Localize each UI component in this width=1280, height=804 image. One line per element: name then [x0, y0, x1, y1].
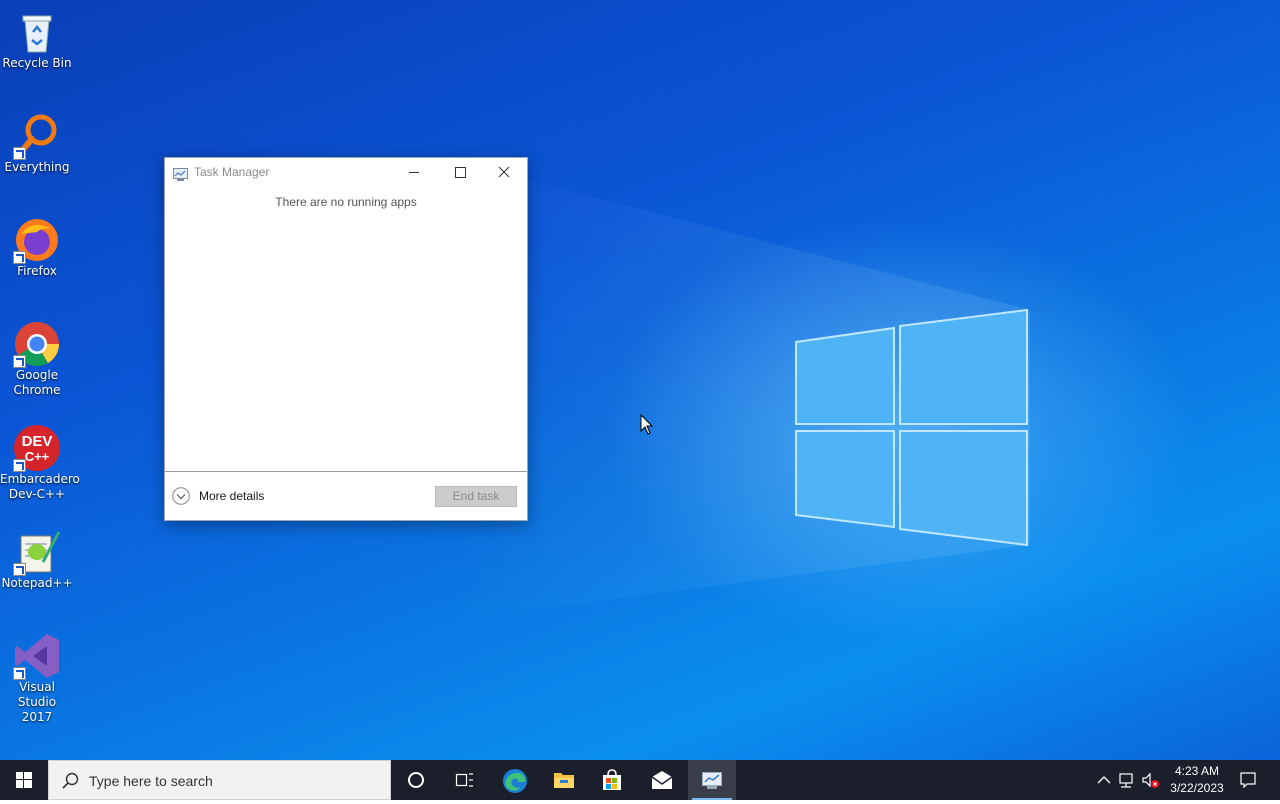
edge-taskbar-button[interactable]: [490, 760, 538, 800]
desktop-icon-everything[interactable]: Everything: [0, 112, 74, 175]
shortcut-arrow-icon: [13, 667, 26, 680]
taskbar: Type here to search 4:23 AM 3/22/2023: [0, 760, 1280, 800]
shortcut-arrow-icon: [13, 563, 26, 576]
end-task-button[interactable]: End task: [435, 486, 517, 507]
divider: [165, 471, 527, 472]
firefox-icon: [13, 216, 61, 264]
clock-time: 4:23 AM: [1174, 764, 1220, 778]
shortcut-arrow-icon: [13, 251, 26, 264]
notepadpp-icon: [13, 528, 61, 576]
devcpp-icon-text-1: DEV: [22, 433, 53, 450]
search-placeholder: Type here to search: [89, 773, 213, 789]
notepadpp-label: Notepad++: [1, 576, 73, 590]
title-bar[interactable]: Task Manager: [165, 158, 527, 187]
maximize-button[interactable]: [437, 158, 483, 187]
chrome-label-line2: Chrome: [13, 383, 61, 397]
clock[interactable]: 4:23 AM 3/22/2023: [1160, 763, 1234, 797]
mail-taskbar-button[interactable]: [638, 760, 686, 800]
shortcut-arrow-icon: [13, 355, 26, 368]
visual-studio-icon: [13, 632, 61, 680]
close-button[interactable]: [481, 158, 527, 187]
windows-start-icon: [16, 772, 32, 788]
volume-muted-icon[interactable]: [1140, 770, 1160, 790]
devcpp-icon-text-2: C++: [25, 449, 50, 464]
more-details-toggle[interactable]: More details: [172, 486, 272, 506]
task-view-button[interactable]: [440, 760, 488, 800]
recycle-bin-icon: [13, 8, 61, 56]
task-manager-icon: [702, 772, 722, 789]
chevron-down-circle-icon: [172, 487, 190, 505]
desktop-icon-visual-studio[interactable]: Visual Studio 2017: [0, 632, 74, 725]
visual-studio-label-line2: 2017: [21, 710, 53, 724]
devcpp-label-line1: Embarcadero: [0, 472, 80, 486]
window-title: Task Manager: [194, 165, 270, 179]
everything-icon: [13, 112, 61, 160]
chevron-up-icon[interactable]: [1094, 770, 1114, 790]
firefox-label: Firefox: [17, 264, 57, 278]
store-icon: [603, 769, 621, 790]
store-taskbar-button[interactable]: [588, 760, 636, 800]
task-manager-taskbar-button[interactable]: [688, 760, 736, 800]
minimize-button[interactable]: [391, 158, 437, 187]
desktop-icon-google-chrome[interactable]: Google Chrome: [0, 320, 74, 398]
search-box[interactable]: Type here to search: [48, 760, 391, 800]
shortcut-arrow-icon: [13, 147, 26, 160]
shortcut-arrow-icon: [13, 459, 26, 472]
devcpp-icon: DEV C++: [13, 424, 61, 472]
cortana-icon: [408, 772, 424, 788]
everything-label: Everything: [4, 160, 70, 174]
task-view-icon: [455, 773, 473, 787]
recycle-bin-label: Recycle Bin: [2, 56, 72, 70]
file-explorer-taskbar-button[interactable]: [540, 760, 588, 800]
no-running-apps-message: There are no running apps: [275, 195, 417, 209]
chrome-label-line1: Google: [15, 368, 59, 382]
desktop-icon-recycle-bin[interactable]: Recycle Bin: [0, 8, 74, 71]
task-manager-icon: [173, 166, 188, 181]
file-explorer-icon: [554, 773, 574, 788]
network-icon[interactable]: [1117, 770, 1137, 790]
visual-studio-label-line1: Visual Studio: [17, 680, 57, 709]
desktop-icon-firefox[interactable]: Firefox: [0, 216, 74, 279]
mouse-cursor-icon: [640, 414, 654, 435]
mail-icon: [651, 771, 673, 789]
task-manager-window[interactable]: Task Manager There are no running apps M…: [164, 157, 528, 521]
edge-icon: [503, 769, 527, 793]
desktop-icon-notepadpp[interactable]: Notepad++: [0, 528, 74, 591]
search-icon: [61, 772, 79, 790]
more-details-label: More details: [199, 489, 265, 503]
desktop: Recycle Bin Everything Firefox Google Ch…: [0, 0, 1280, 760]
chrome-icon: [13, 320, 61, 368]
notifications-icon[interactable]: [1238, 770, 1258, 790]
cortana-button[interactable]: [392, 760, 440, 800]
devcpp-label-line2: Dev-C++: [8, 487, 66, 501]
start-button[interactable]: [0, 760, 48, 800]
desktop-icon-devcpp[interactable]: DEV C++ Embarcadero Dev-C++: [0, 424, 80, 502]
clock-date: 3/22/2023: [1170, 781, 1224, 795]
